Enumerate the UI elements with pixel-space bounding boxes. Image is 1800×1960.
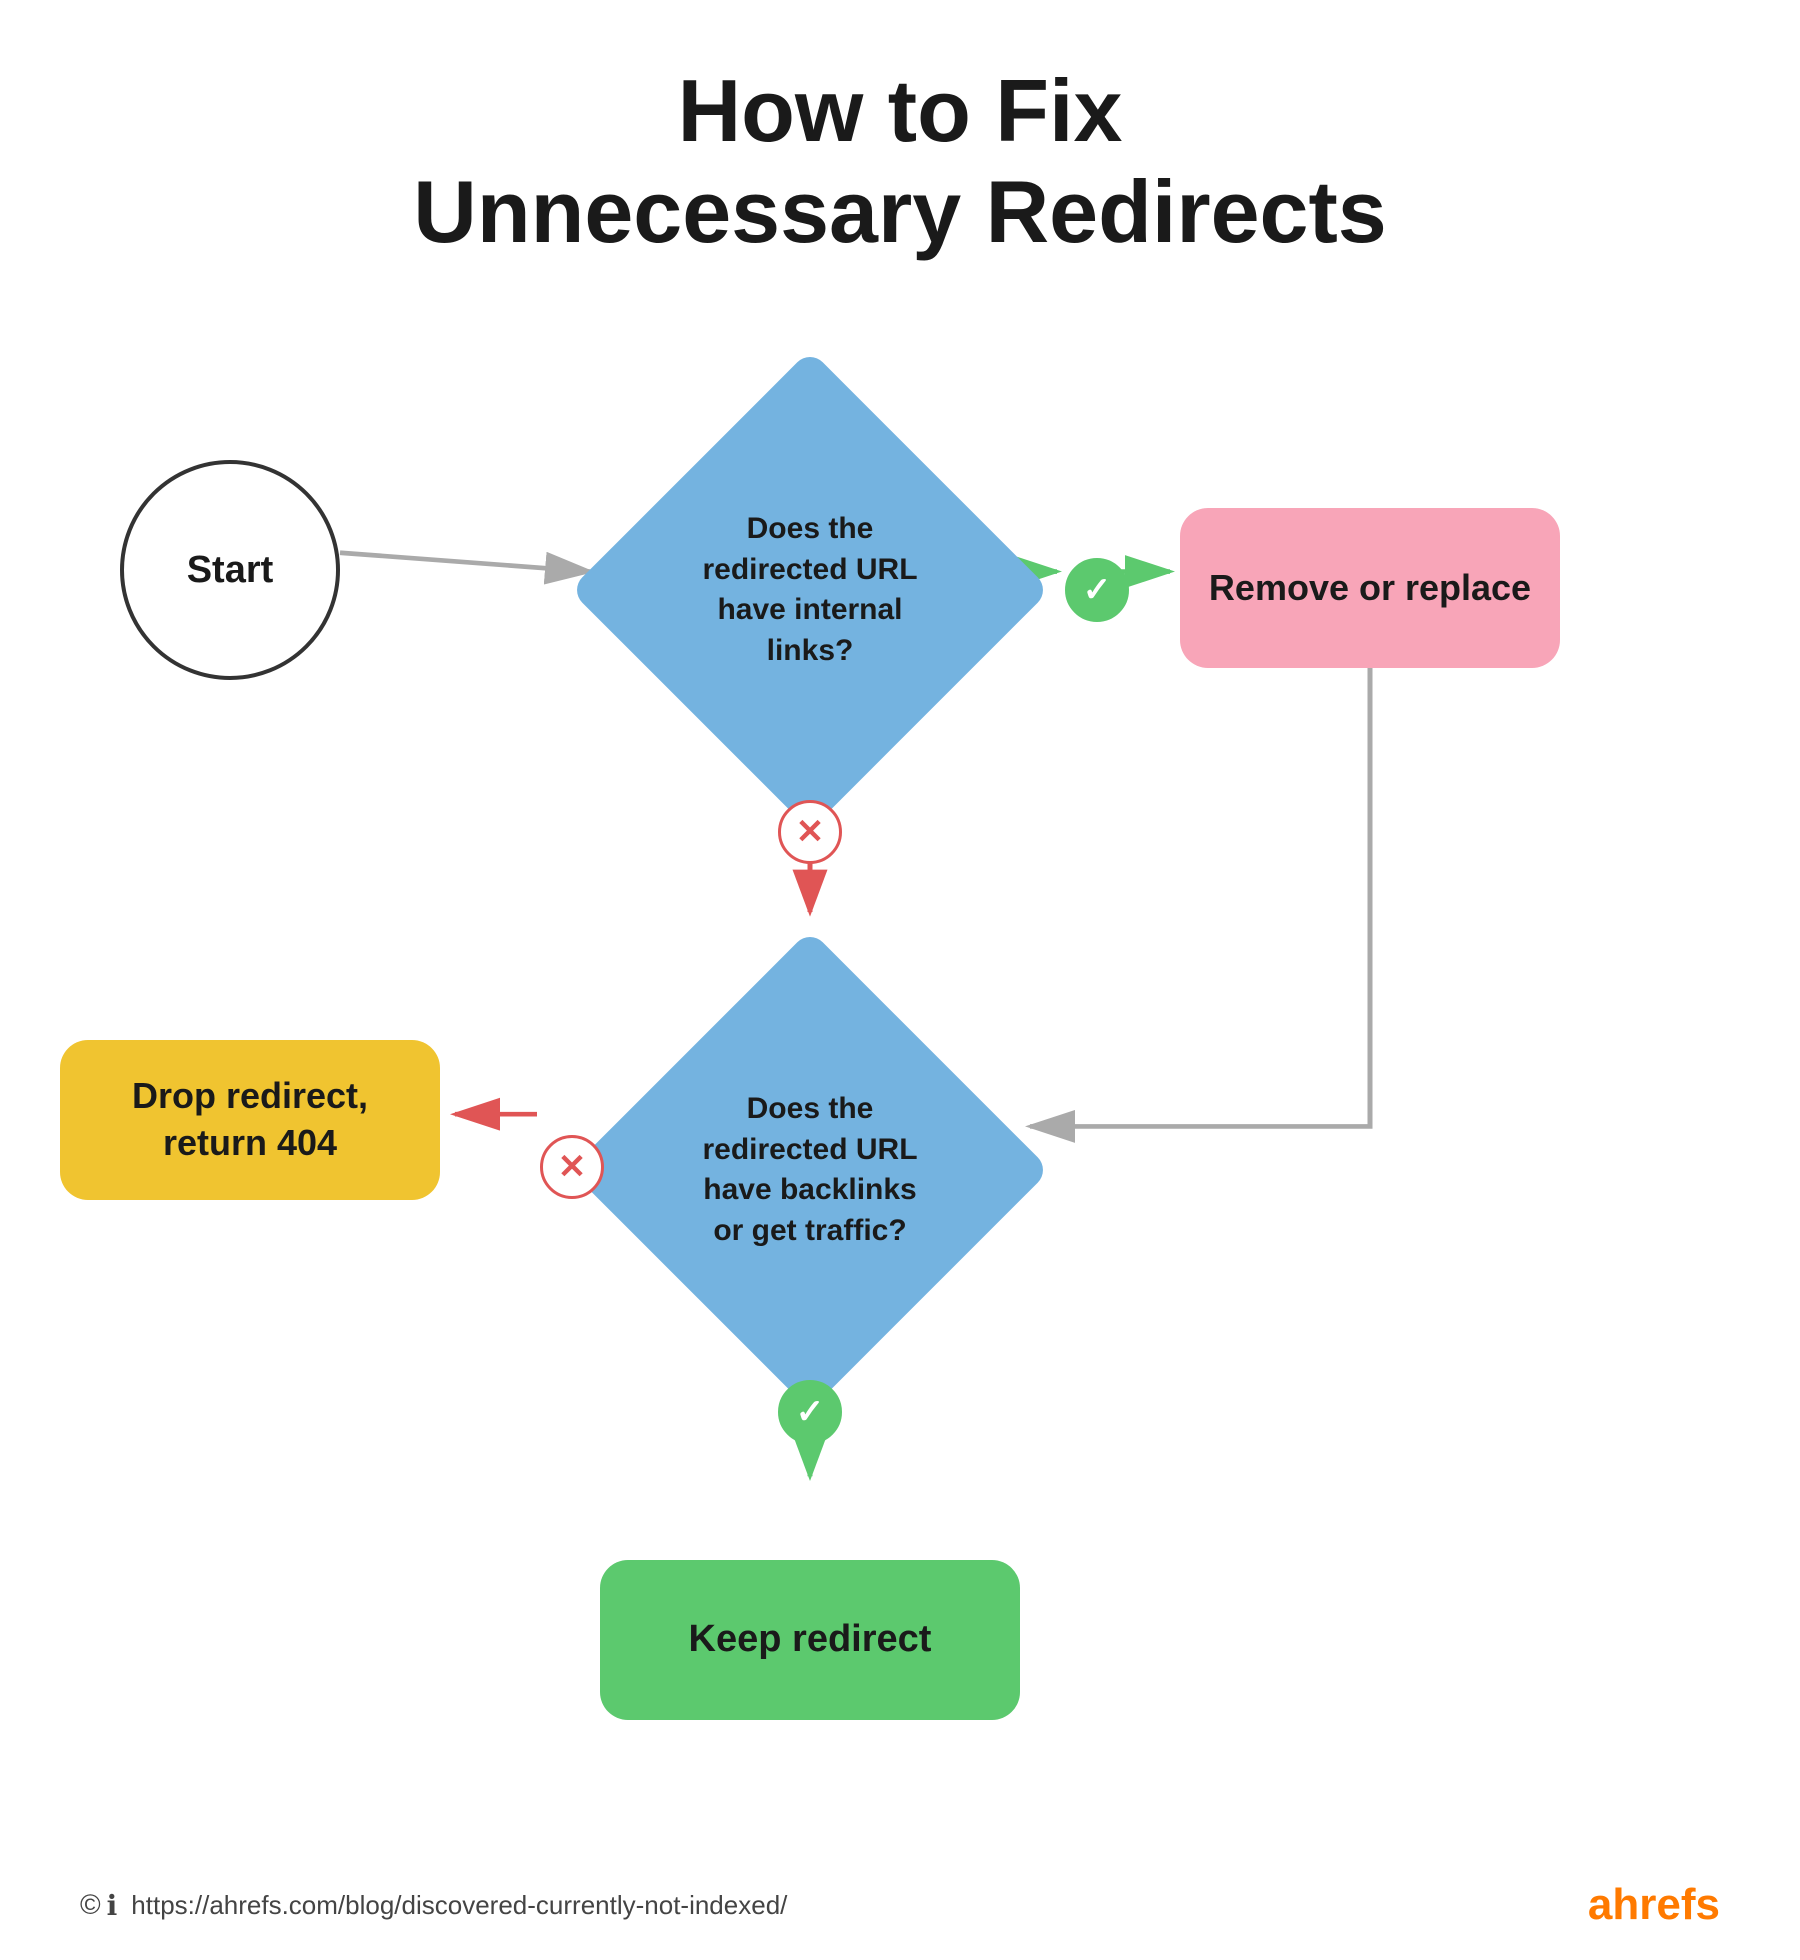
start-node: Start — [120, 460, 340, 680]
drop-node: Drop redirect,return 404 — [60, 1040, 440, 1200]
info-icon: ℹ — [107, 1889, 118, 1922]
connector-d1-yes: ✓ — [1065, 558, 1129, 622]
flowchart: Start Does theredirected URLhave interna… — [0, 280, 1800, 1860]
remove-node: Remove or replace — [1180, 508, 1560, 668]
connector-d2-no: ✕ — [540, 1135, 604, 1199]
connector-d1-no: ✕ — [778, 800, 842, 864]
remove-label: Remove or replace — [1209, 565, 1531, 612]
title-line1: How to Fix — [678, 61, 1123, 160]
keep-node: Keep redirect — [600, 1560, 1020, 1720]
connector-d2-yes: ✓ — [778, 1380, 842, 1444]
diamond1-text: Does theredirected URLhave internallinks… — [682, 489, 937, 691]
cc-icon: © — [80, 1889, 101, 1922]
footer-icons: © ℹ — [80, 1889, 117, 1922]
diamond2-text: Does theredirected URLhave backlinksor g… — [682, 1069, 937, 1271]
footer: © ℹ https://ahrefs.com/blog/discovered-c… — [0, 1880, 1800, 1930]
diamond2-node: Does theredirected URLhave backlinksor g… — [600, 960, 1020, 1380]
ahrefs-logo: ahrefs — [1588, 1880, 1720, 1930]
keep-label: Keep redirect — [689, 1615, 932, 1664]
title-area: How to Fix Unnecessary Redirects — [0, 0, 1800, 262]
main-title: How to Fix Unnecessary Redirects — [0, 60, 1800, 262]
page-container: How to Fix Unnecessary Redirects — [0, 0, 1800, 1960]
title-line2: Unnecessary Redirects — [413, 162, 1386, 261]
footer-url: https://ahrefs.com/blog/discovered-curre… — [131, 1890, 787, 1921]
drop-label: Drop redirect,return 404 — [132, 1073, 368, 1167]
start-label: Start — [187, 549, 274, 592]
footer-left: © ℹ https://ahrefs.com/blog/discovered-c… — [80, 1889, 787, 1922]
diamond1-node: Does theredirected URLhave internallinks… — [600, 380, 1020, 800]
